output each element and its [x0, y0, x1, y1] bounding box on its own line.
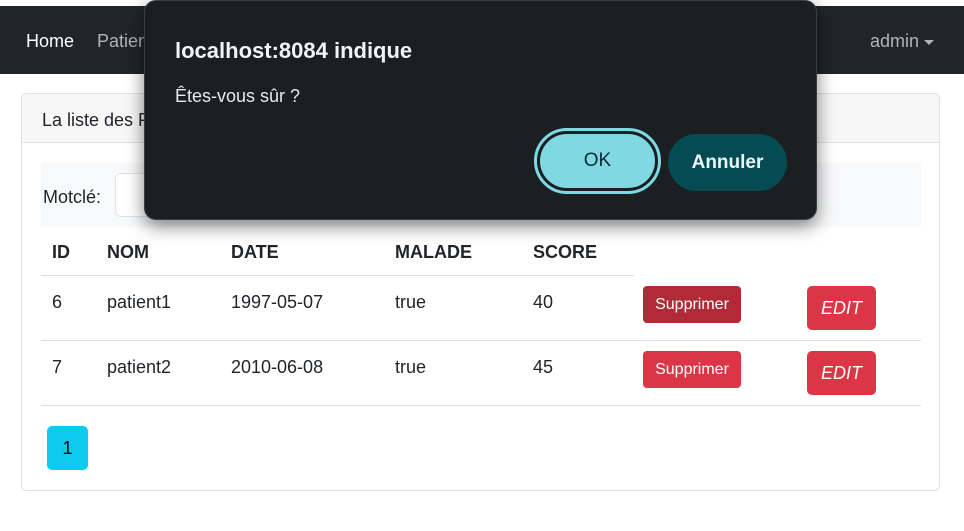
column-header-date: DATE: [231, 242, 279, 262]
dialog-title: localhost:8084 indique: [175, 38, 413, 63]
delete-button[interactable]: Supprimer: [643, 286, 741, 323]
cell-malade: true: [395, 292, 427, 312]
edit-button[interactable]: EDIT: [807, 286, 876, 330]
cell-malade: true: [395, 357, 427, 377]
column-header-id: ID: [52, 242, 70, 262]
cell-nom: patient1: [107, 292, 172, 312]
cancel-button[interactable]: Annuler: [668, 134, 787, 191]
dialog-message: Êtes-vous sûr ?: [175, 86, 301, 106]
cell-nom: patient2: [107, 357, 172, 377]
user-menu[interactable]: admin: [870, 31, 934, 52]
cell-date: 2010-06-08: [231, 357, 324, 377]
column-header-nom: NOM: [107, 242, 149, 262]
cell-score: 40: [533, 292, 554, 312]
nav-home-link[interactable]: Home: [26, 31, 74, 52]
ok-button[interactable]: OK: [534, 128, 661, 194]
edit-button[interactable]: EDIT: [807, 351, 876, 395]
cell-id: 7: [52, 357, 63, 377]
column-header-malade: MALADE: [395, 242, 472, 262]
table-header: ID NOM DATE MALADE SCORE: [41, 238, 634, 276]
search-label: Motclé:: [43, 187, 102, 207]
cell-id: 6: [52, 292, 63, 312]
user-menu-label: admin: [869, 31, 919, 51]
table-row: 7 patient2 2010-06-08 true 45 Supprimer …: [41, 341, 921, 406]
table-row: 6 patient1 1997-05-07 true 40 Supprimer …: [41, 276, 921, 341]
pagination-page-1[interactable]: 1: [47, 426, 88, 470]
column-header-score: SCORE: [533, 242, 598, 262]
ok-button-label: OK: [540, 134, 655, 188]
caret-down-icon: [924, 39, 934, 45]
cell-date: 1997-05-07: [231, 292, 324, 312]
confirm-dialog: localhost:8084 indique Êtes-vous sûr ? O…: [144, 0, 817, 220]
delete-button[interactable]: Supprimer: [643, 351, 741, 388]
cell-score: 45: [533, 357, 554, 377]
